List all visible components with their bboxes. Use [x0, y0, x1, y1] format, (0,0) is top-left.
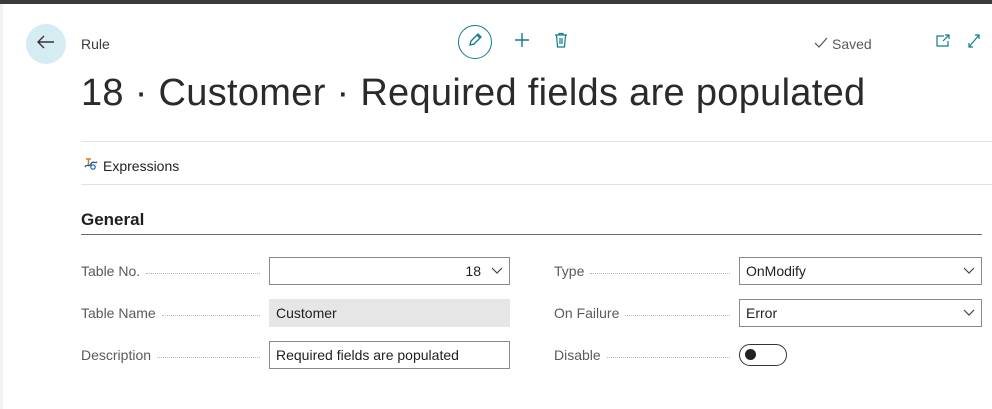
description-label-text: Description: [81, 347, 152, 363]
table-no-label-text: Table No.: [81, 263, 141, 279]
new-button[interactable]: [514, 32, 530, 53]
on-failure-label-text: On Failure: [554, 305, 620, 321]
table-no-value: 18: [465, 263, 481, 279]
chevron-down-icon[interactable]: [491, 267, 503, 275]
leader-dots: [157, 356, 260, 358]
open-new-window-icon[interactable]: [935, 33, 951, 49]
toggle-knob: [745, 349, 756, 360]
edit-button[interactable]: [458, 25, 492, 59]
trash-icon: [554, 32, 568, 53]
pencil-icon: [467, 32, 483, 53]
checkmark-icon: [814, 36, 832, 52]
window-top-border: [0, 0, 992, 4]
disable-toggle[interactable]: [739, 344, 787, 366]
on-failure-label: On Failure: [554, 299, 738, 327]
on-failure-select[interactable]: Error: [739, 299, 982, 327]
leader-dots: [590, 272, 730, 274]
section-title-general: General: [81, 210, 145, 229]
chevron-down-icon[interactable]: [963, 267, 975, 275]
description-label: Description: [81, 341, 268, 369]
section-underline: [81, 234, 982, 235]
header-actions: [458, 25, 568, 59]
saved-status: Saved: [814, 36, 872, 52]
expand-icon[interactable]: [967, 33, 981, 49]
leader-dots: [606, 356, 730, 358]
leader-dots: [625, 314, 730, 316]
type-value: OnModify: [746, 263, 806, 279]
delete-button[interactable]: [554, 32, 568, 53]
plus-icon: [514, 32, 530, 53]
divider: [81, 184, 992, 185]
window-left-edge: [0, 4, 3, 409]
description-value: Required fields are populated: [276, 347, 459, 363]
type-label-text: Type: [554, 263, 585, 279]
table-name-label-text: Table Name: [81, 305, 156, 321]
expressions-icon: [83, 156, 103, 175]
table-no-label: Table No.: [81, 257, 268, 285]
page-caption: Rule: [81, 36, 110, 52]
table-name-field: Customer: [269, 299, 510, 327]
chevron-down-icon[interactable]: [963, 309, 975, 317]
back-arrow-icon: [37, 35, 55, 54]
description-field[interactable]: Required fields are populated: [269, 341, 510, 369]
table-name-label: Table Name: [81, 299, 268, 327]
type-label: Type: [554, 257, 738, 285]
on-failure-value: Error: [746, 305, 778, 321]
back-button[interactable]: [26, 24, 66, 64]
expressions-action[interactable]: Expressions: [83, 156, 179, 175]
divider: [81, 141, 992, 142]
leader-dots: [161, 314, 260, 316]
expressions-label: Expressions: [103, 157, 180, 174]
table-no-field[interactable]: 18: [269, 257, 510, 285]
disable-label-text: Disable: [554, 347, 601, 363]
saved-label: Saved: [832, 36, 872, 52]
page-title: 18 · Customer · Required fields are popu…: [81, 72, 866, 114]
table-name-value: Customer: [276, 305, 337, 321]
disable-label: Disable: [554, 341, 738, 369]
type-select[interactable]: OnModify: [739, 257, 982, 285]
leader-dots: [146, 272, 260, 274]
window-controls: [935, 33, 981, 49]
